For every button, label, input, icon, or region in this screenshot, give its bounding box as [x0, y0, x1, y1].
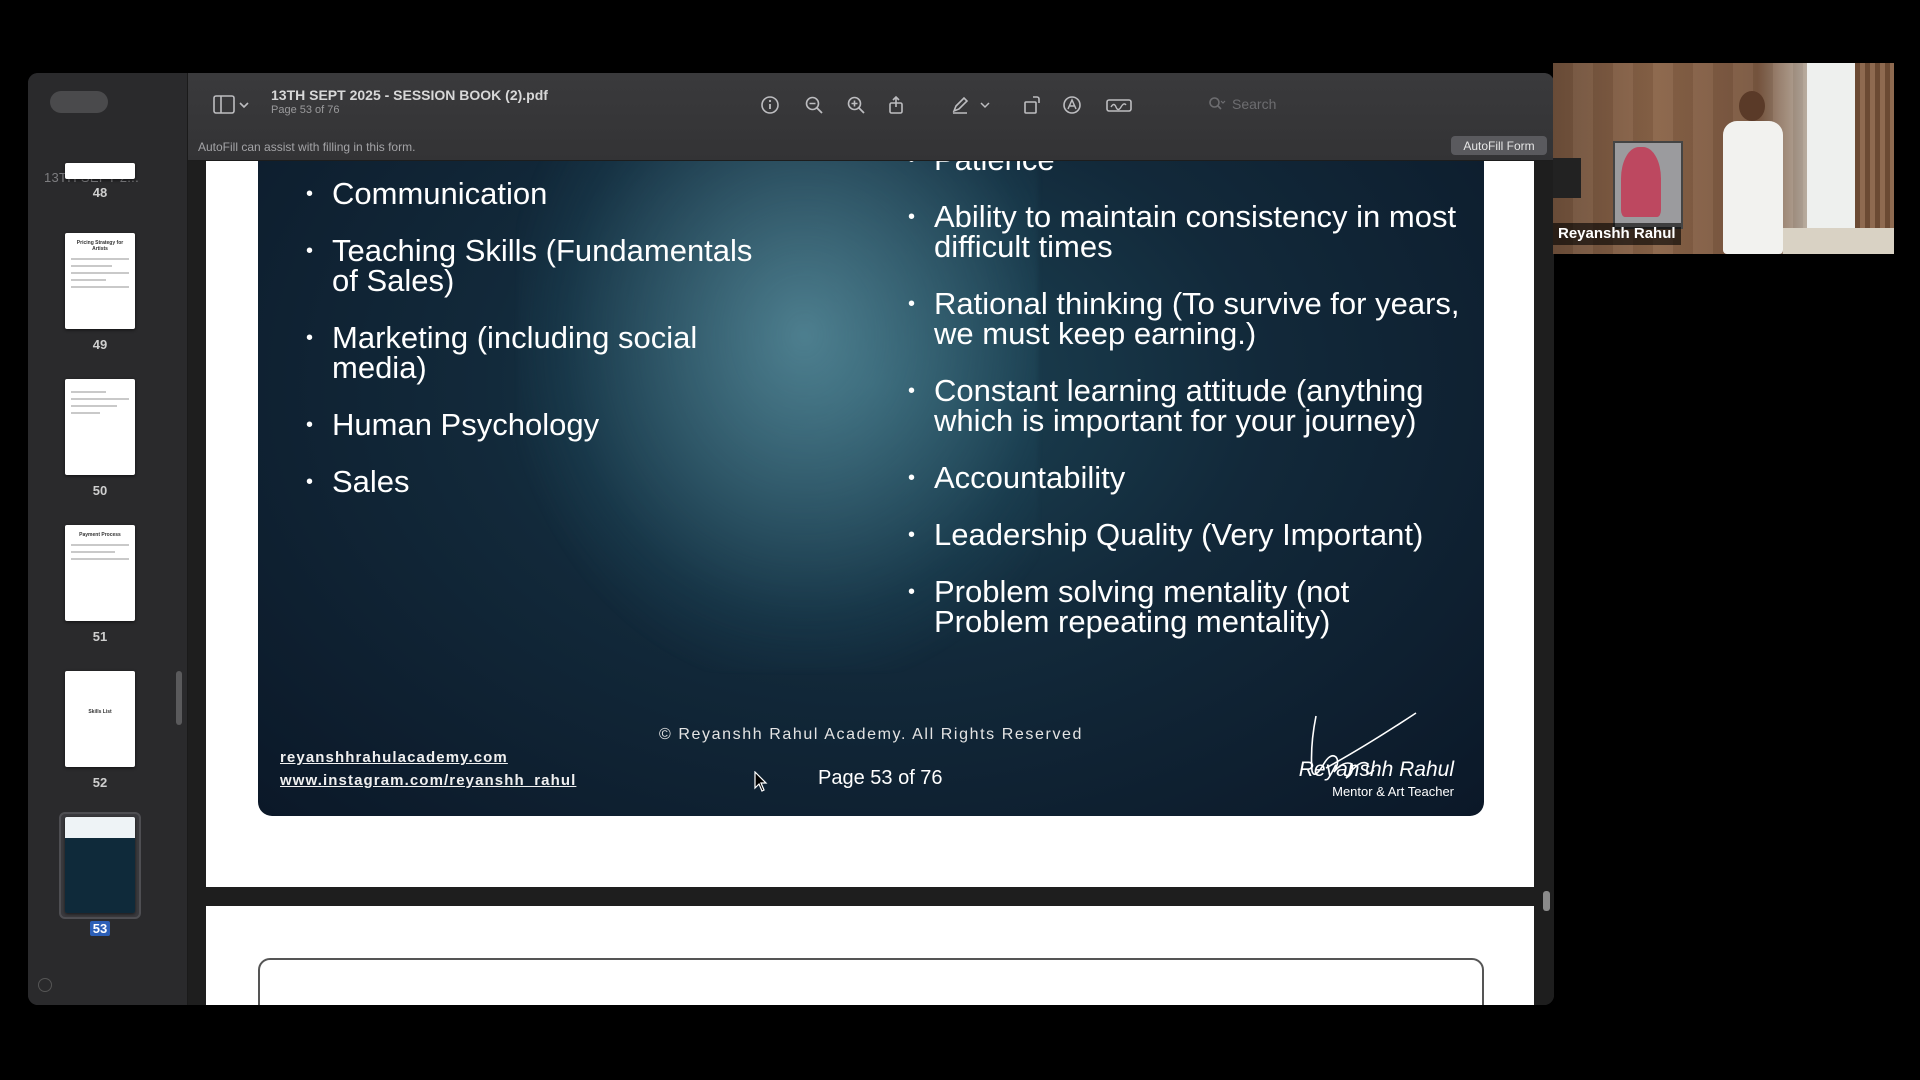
list-item: Communication [306, 178, 766, 209]
sidebar-options-icon[interactable] [38, 978, 52, 992]
thumbnail-number: 53 [89, 921, 111, 936]
next-pdf-page [206, 906, 1534, 1005]
thumbnail-number: 50 [92, 483, 108, 498]
website-link[interactable]: reyanshhrahulacademy.com [280, 749, 508, 766]
toolbar: 13TH SEPT 2025 - SESSION BOOK (2).pdf Pa… [188, 73, 1554, 161]
list-item: Patience [908, 161, 1468, 175]
mouse-cursor-icon [754, 771, 768, 792]
thumbnail-page-53[interactable]: 53 [59, 812, 141, 936]
chevron-down-icon[interactable] [976, 91, 994, 119]
share-icon[interactable] [882, 91, 910, 119]
zoom-out-icon[interactable] [800, 91, 828, 119]
sidebar-scrollbar[interactable] [176, 671, 182, 725]
thumbnail-number: 51 [92, 629, 108, 644]
participant-name: Reyanshh Rahul [1553, 223, 1681, 245]
author-name: Reyanshh Rahul [1298, 758, 1454, 781]
autofill-form-button[interactable]: AutoFill Form [1451, 136, 1547, 155]
document-page-info: Page 53 of 76 [271, 104, 340, 116]
list-item: Sales [306, 466, 766, 497]
thumbnail-title: Pricing Strategy for Artists [76, 240, 124, 252]
window-controls[interactable] [50, 91, 108, 113]
thumbnail-page-48[interactable]: 48 [65, 163, 135, 200]
thumbnail-title: Payment Process [79, 532, 121, 538]
document-view[interactable]: Communication Teaching Skills (Fundament… [188, 161, 1554, 1005]
thumbnail-title: Skills List [88, 709, 112, 715]
thumbnail-page-50[interactable]: 50 [65, 379, 135, 498]
instagram-link[interactable]: www.instagram.com/reyanshh_rahul [280, 772, 576, 789]
document-title: 13TH SEPT 2025 - SESSION BOOK (2).pdf [271, 87, 548, 103]
list-item: Marketing (including social media) [306, 322, 766, 383]
thumbnail-number: 49 [92, 337, 108, 352]
info-icon[interactable] [756, 91, 784, 119]
participant-video[interactable]: Reyanshh Rahul [1553, 63, 1894, 254]
slide: Communication Teaching Skills (Fundament… [258, 161, 1484, 816]
skills-list-right: Patience Ability to maintain consistency… [908, 161, 1468, 664]
thumbnail-sidebar: 13TH SEPT 2... 48 Pricing Strategy for A… [28, 73, 188, 1005]
author-role: Mentor & Art Teacher [1332, 784, 1454, 799]
list-item: Ability to maintain consistency in most … [908, 201, 1468, 262]
highlight-pen-icon[interactable] [946, 91, 974, 119]
list-item: Constant learning attitude (anything whi… [908, 375, 1468, 436]
thumbnail-page-49[interactable]: Pricing Strategy for Artists 49 [65, 233, 135, 352]
pdf-page: Communication Teaching Skills (Fundament… [206, 161, 1534, 887]
document-scrollbar[interactable] [1543, 891, 1550, 911]
page-number: Page 53 of 76 [818, 767, 943, 789]
thumbnail-number: 48 [92, 185, 108, 200]
thumbnail-number: 52 [92, 775, 108, 790]
zoom-in-icon[interactable] [842, 91, 870, 119]
autofill-message: AutoFill can assist with filling in this… [198, 140, 416, 154]
list-item: Rational thinking (To survive for years,… [908, 288, 1468, 349]
rotate-icon[interactable] [1018, 91, 1046, 119]
list-item: Leadership Quality (Very Important) [908, 519, 1468, 550]
skills-list-left: Communication Teaching Skills (Fundament… [306, 178, 766, 524]
search-field[interactable]: Search [1208, 91, 1358, 117]
search-placeholder: Search [1232, 96, 1277, 112]
list-item: Problem solving mentality (not Problem r… [908, 576, 1468, 637]
pdf-viewer-window: 13TH SEPT 2... 48 Pricing Strategy for A… [28, 73, 1554, 1005]
list-item: Teaching Skills (Fundamentals of Sales) [306, 235, 766, 296]
signature-icon[interactable] [1102, 91, 1136, 119]
thumbnail-page-52[interactable]: Skills List 52 [65, 671, 135, 790]
sidebar-toggle-icon[interactable] [212, 93, 252, 117]
markup-icon[interactable] [1058, 91, 1086, 119]
search-icon [1209, 97, 1226, 110]
list-item: Accountability [908, 462, 1468, 493]
participant-figure [1723, 121, 1783, 254]
list-item: Human Psychology [306, 409, 766, 440]
thumbnail-page-51[interactable]: Payment Process 51 [65, 525, 135, 644]
